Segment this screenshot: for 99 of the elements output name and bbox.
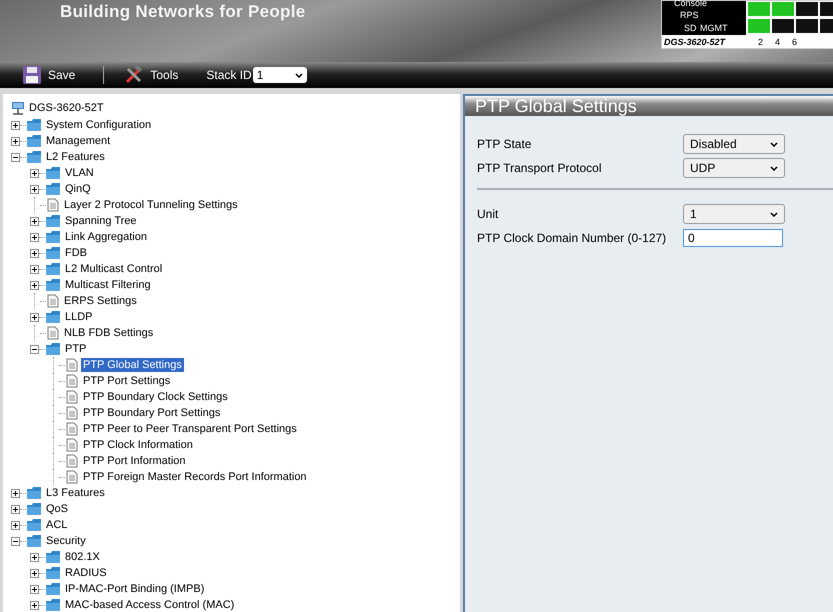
expand-icon[interactable] — [30, 600, 39, 610]
tree-root-label[interactable]: DGS-3620-52T — [29, 102, 104, 114]
tree-item[interactable]: PTP Port Settings — [81, 374, 172, 388]
chevron-down-icon — [770, 166, 778, 170]
led-label: MGMT — [700, 24, 728, 33]
stack-id-select[interactable]: 1 — [252, 67, 307, 83]
tree-item[interactable]: PTP Clock Information — [81, 438, 195, 452]
tree-item[interactable]: FDB — [63, 246, 89, 260]
folder-icon — [45, 310, 61, 324]
chevron-down-icon — [294, 72, 303, 78]
save-button[interactable]: Save — [18, 65, 80, 85]
hammer-wrench-icon — [124, 65, 144, 85]
expand-icon[interactable] — [30, 248, 39, 258]
port-number: 2 — [758, 36, 764, 46]
tree-item[interactable]: MAC-based Access Control (MAC) — [63, 598, 236, 612]
expand-icon[interactable] — [30, 568, 39, 578]
led-label: SD — [684, 24, 697, 33]
collapse-icon[interactable] — [30, 344, 39, 354]
folder-icon — [45, 230, 61, 244]
tree-item[interactable]: Security — [44, 534, 88, 548]
tree-item[interactable]: L3 Features — [44, 486, 107, 500]
tree-item[interactable]: ERPS Settings — [62, 294, 139, 308]
tree-item[interactable]: ACL — [44, 518, 70, 532]
tree-item[interactable]: PTP Peer to Peer Transparent Port Settings — [81, 422, 299, 436]
tree-item[interactable]: QoS — [44, 502, 70, 516]
dropdown[interactable]: 1 — [683, 204, 785, 224]
tree-item[interactable]: System Configuration — [44, 118, 154, 132]
field-label: PTP Clock Domain Number (0-127) — [477, 231, 668, 245]
port-number: 6 — [792, 36, 798, 46]
tree-item[interactable]: PTP — [63, 342, 88, 356]
input-field[interactable]: 0 — [683, 229, 783, 247]
expand-icon[interactable] — [30, 280, 39, 290]
expand-icon[interactable] — [30, 232, 39, 242]
expand-icon[interactable] — [11, 136, 20, 146]
folder-icon — [45, 182, 61, 196]
folder-icon — [26, 134, 42, 148]
folder-icon — [45, 550, 61, 564]
expand-icon[interactable] — [11, 504, 20, 514]
tree-item[interactable]: PTP Boundary Port Settings — [81, 406, 222, 420]
expand-icon[interactable] — [11, 520, 20, 530]
tree-item[interactable]: PTP Boundary Clock Settings — [81, 390, 230, 404]
tree-item[interactable]: 802.1X — [63, 550, 102, 564]
folder-icon — [45, 214, 61, 228]
folder-icon — [45, 582, 61, 596]
expand-icon[interactable] — [30, 216, 39, 226]
folder-icon — [26, 534, 42, 548]
tree-item[interactable]: LLDP — [63, 310, 95, 324]
collapse-icon[interactable] — [11, 536, 20, 546]
tree-item[interactable]: VLAN — [63, 166, 96, 180]
expand-icon[interactable] — [30, 184, 39, 194]
tree-item[interactable]: Multicast Filtering — [63, 278, 153, 292]
chevron-down-icon — [770, 142, 778, 146]
stack-id-label: Stack ID — [206, 68, 252, 82]
folder-icon — [26, 118, 42, 132]
tree-item[interactable]: Link Aggregation — [63, 230, 149, 244]
folder-icon — [26, 518, 42, 532]
expand-icon[interactable] — [11, 120, 20, 130]
folder-icon — [45, 342, 61, 356]
tree-item[interactable]: QinQ — [63, 182, 93, 196]
tools-button[interactable]: Tools — [120, 65, 182, 85]
folder-icon — [45, 598, 61, 612]
tree-item[interactable]: NLB FDB Settings — [62, 326, 156, 340]
panel-title: PTP Global Settings — [465, 96, 833, 116]
tree-item[interactable]: IP-MAC-Port Binding (IMPB) — [63, 582, 206, 596]
tree-item[interactable]: RADIUS — [63, 566, 109, 580]
expand-icon[interactable] — [30, 552, 39, 562]
dropdown[interactable]: Disabled — [683, 134, 785, 154]
chevron-down-icon — [770, 212, 778, 216]
tree-item[interactable]: Layer 2 Protocol Tunneling Settings — [62, 198, 240, 212]
folder-icon — [45, 262, 61, 276]
tree-item[interactable]: PTP Port Information — [81, 454, 188, 468]
expand-icon[interactable] — [30, 264, 39, 274]
folder-icon — [45, 246, 61, 260]
tagline: Building Networks for People — [60, 2, 306, 22]
port-number: 4 — [775, 36, 780, 46]
field-label: PTP State — [477, 137, 532, 151]
tree-item[interactable]: PTP Global Settings — [81, 358, 184, 372]
field-label: PTP Transport Protocol — [477, 161, 602, 175]
folder-icon — [45, 166, 61, 180]
folder-icon — [45, 278, 61, 292]
tree-item[interactable]: PTP Foreign Master Records Port Information — [81, 470, 309, 484]
expand-icon[interactable] — [11, 488, 20, 498]
folder-icon — [26, 150, 42, 164]
led-label: RPS — [680, 11, 699, 20]
folder-icon — [26, 502, 42, 516]
tree-item[interactable]: L2 Multicast Control — [63, 262, 164, 276]
network-device-icon — [11, 100, 27, 116]
dropdown[interactable]: UDP — [683, 158, 785, 178]
folder-icon — [45, 566, 61, 580]
collapse-icon[interactable] — [11, 152, 20, 162]
expand-icon[interactable] — [30, 584, 39, 594]
tree-item[interactable]: Management — [44, 134, 112, 148]
expand-icon[interactable] — [30, 312, 39, 322]
expand-icon[interactable] — [30, 168, 39, 178]
field-label: Unit — [477, 207, 500, 221]
tree-item[interactable]: Spanning Tree — [63, 214, 139, 228]
folder-icon — [26, 486, 42, 500]
tree-item[interactable]: L2 Features — [44, 150, 107, 164]
model-name: DGS-3620-52T — [664, 36, 726, 46]
